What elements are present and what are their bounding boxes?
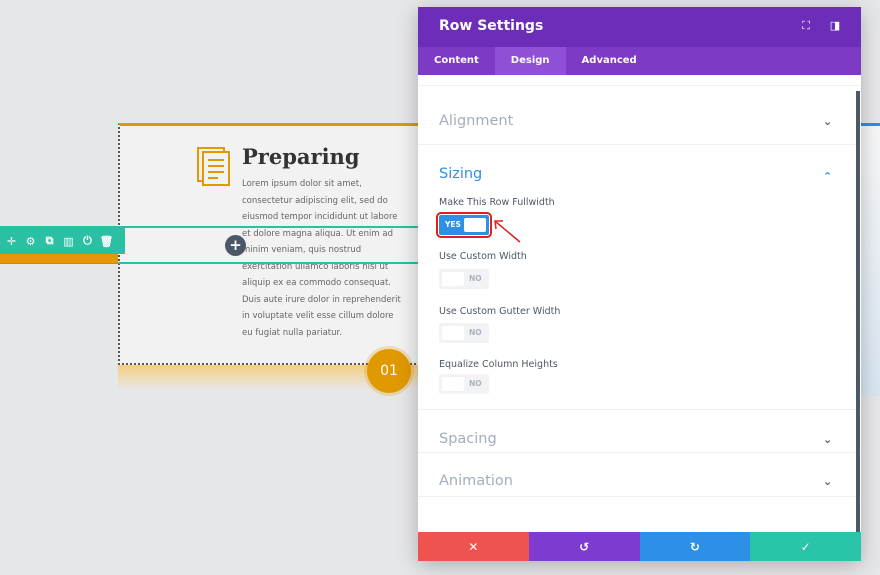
toggle-value: YES: [445, 220, 461, 229]
adjacent-row: [860, 126, 880, 396]
duplicate-icon[interactable]: ⧉: [40, 228, 59, 254]
modal-tabs: Content Design Advanced: [418, 47, 861, 75]
toggle-knob: [442, 272, 464, 286]
divider: [418, 452, 861, 453]
modal-header: Row Settings ⛶ ◨: [418, 7, 861, 47]
custom-width-toggle[interactable]: NO: [439, 269, 489, 289]
power-icon[interactable]: ⏻: [78, 228, 97, 254]
divider: [418, 496, 861, 497]
toggle-knob: [442, 377, 464, 391]
section-alignment[interactable]: Alignment: [439, 113, 513, 129]
chevron-down-icon[interactable]: ⌄: [823, 475, 832, 488]
fullwidth-toggle[interactable]: YES: [436, 212, 492, 238]
row-settings-modal: Row Settings ⛶ ◨ Content Design Advanced…: [418, 7, 861, 561]
modal-title: Row Settings: [439, 18, 544, 34]
columns-icon[interactable]: ▥: [59, 228, 78, 254]
equalize-heights-label: Equalize Column Heights: [439, 359, 558, 370]
settings-panel[interactable]: Alignment ⌄ Sizing ⌃ Make This Row Fullw…: [418, 75, 861, 532]
toggle-value: NO: [469, 328, 482, 337]
toggle-knob: [464, 218, 486, 232]
chevron-down-icon[interactable]: ⌄: [823, 433, 832, 446]
save-button[interactable]: ✓: [750, 532, 861, 561]
module-title: Preparing: [242, 144, 360, 169]
undo-button[interactable]: ↺: [528, 532, 640, 561]
tab-advanced[interactable]: Advanced: [566, 47, 653, 75]
fullscreen-icon[interactable]: ⛶: [799, 19, 813, 33]
document-icon: [197, 147, 230, 186]
sidebar-dock-icon[interactable]: ◨: [828, 19, 842, 33]
chevron-up-icon[interactable]: ⌃: [823, 170, 832, 183]
cancel-button[interactable]: ✕: [418, 532, 529, 561]
toggle-value: NO: [469, 274, 482, 283]
redo-button[interactable]: ↻: [639, 532, 751, 561]
tab-content[interactable]: Content: [418, 47, 495, 75]
chevron-down-icon[interactable]: ⌄: [823, 115, 832, 128]
section-spacing[interactable]: Spacing: [439, 431, 497, 447]
module-body-text: Lorem ipsum dolor sit amet, consectetur …: [242, 179, 401, 338]
gutter-width-label: Use Custom Gutter Width: [439, 306, 561, 317]
equalize-heights-toggle[interactable]: NO: [439, 374, 489, 394]
toggle-knob: [442, 326, 464, 340]
row-toolbar: ✛ ⚙ ⧉ ▥ ⏻ 🗑: [0, 228, 125, 254]
gutter-width-toggle[interactable]: NO: [439, 323, 489, 343]
add-module-button[interactable]: +: [225, 235, 246, 256]
section-animation[interactable]: Animation: [439, 473, 513, 489]
section-sizing[interactable]: Sizing: [439, 166, 482, 182]
scrollbar[interactable]: [856, 91, 860, 532]
fullwidth-label: Make This Row Fullwidth: [439, 197, 555, 208]
gear-icon[interactable]: ⚙: [21, 228, 40, 254]
move-icon[interactable]: ✛: [2, 228, 21, 254]
custom-width-label: Use Custom Width: [439, 251, 527, 262]
trash-icon[interactable]: 🗑: [97, 228, 116, 254]
modal-footer: ✕ ↺ ↻ ✓: [418, 532, 861, 561]
divider: [418, 144, 861, 145]
tab-design[interactable]: Design: [494, 47, 566, 75]
divider: [418, 85, 861, 86]
section-edge: [0, 254, 118, 263]
divider: [418, 409, 861, 410]
number-badge: 01: [367, 349, 411, 393]
toggle-value: NO: [469, 379, 482, 388]
annotation-arrow-icon: [494, 220, 521, 243]
